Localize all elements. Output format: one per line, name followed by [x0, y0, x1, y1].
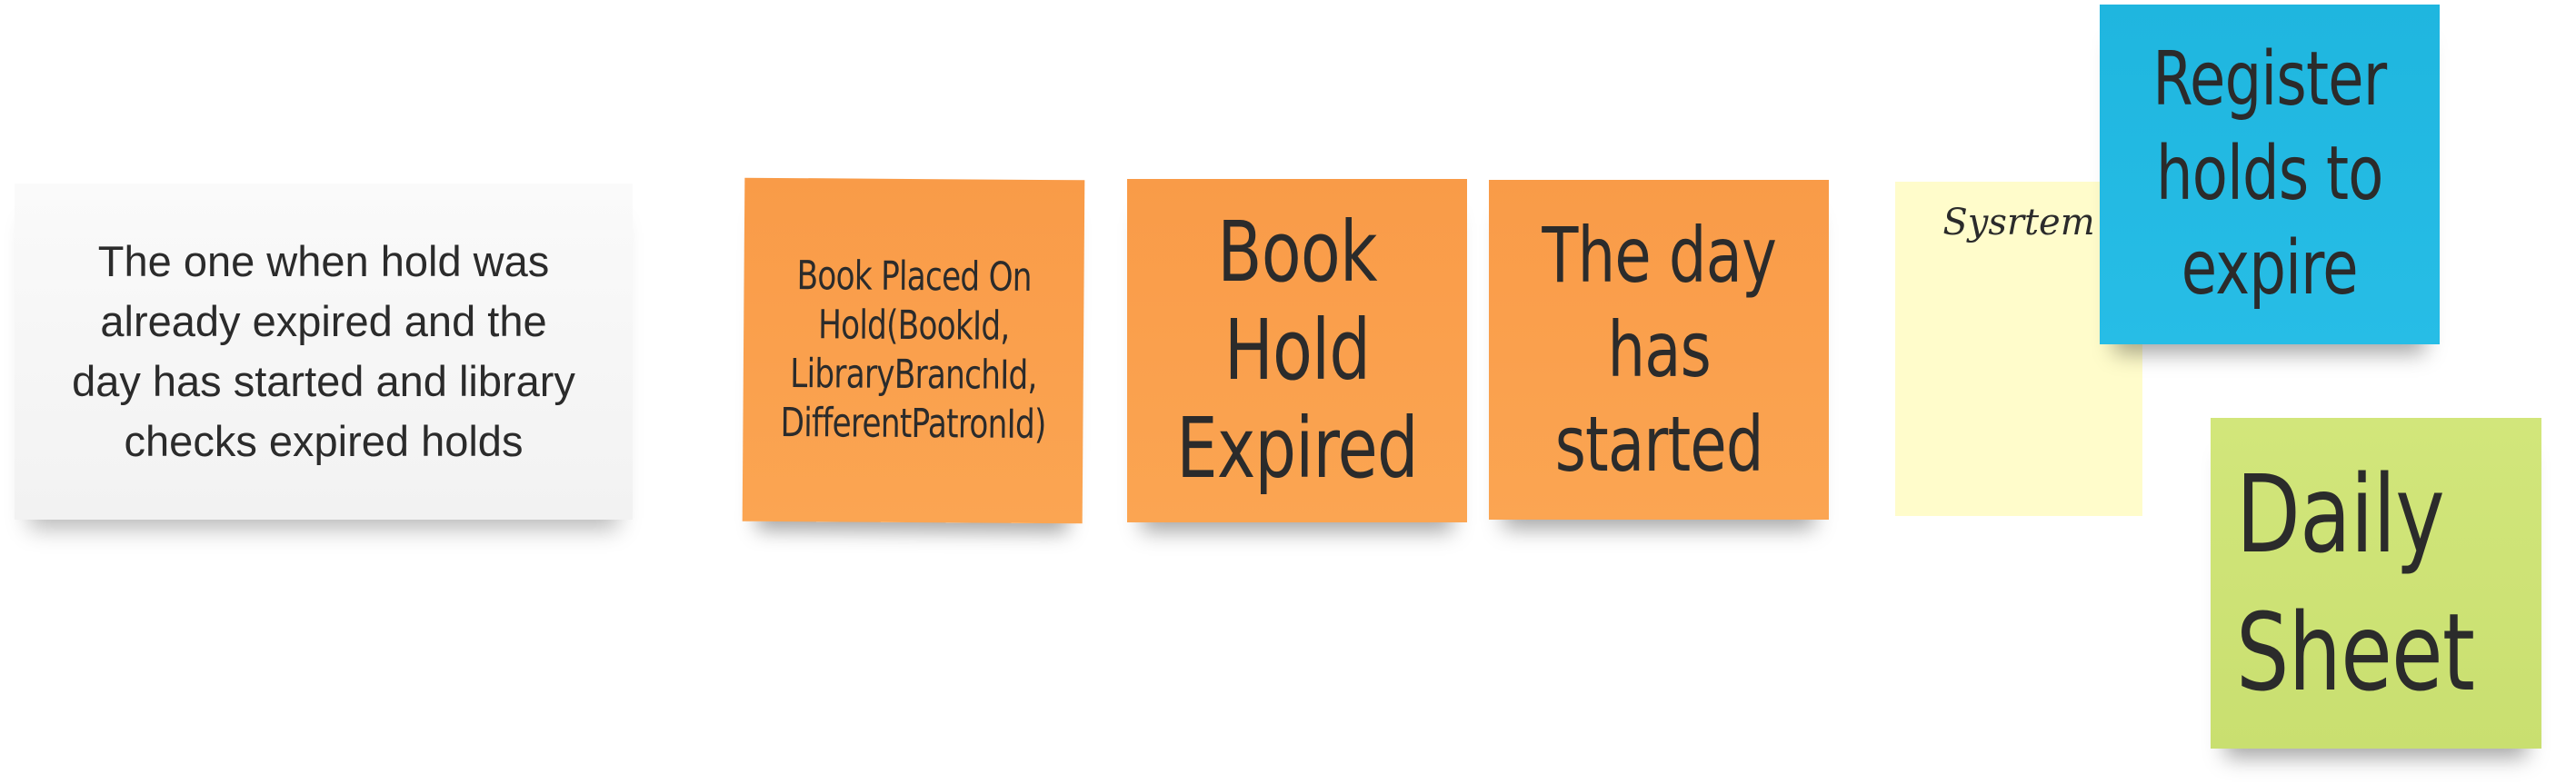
sticky-note-event[interactable]: Book Hold Expired	[1127, 179, 1467, 522]
sticky-note-read-model[interactable]: Daily Sheet	[2211, 418, 2541, 749]
sticky-note-actor-text: Sysrtem	[1942, 202, 2095, 243]
sticky-note-policy-text: Register holds to expire	[2152, 36, 2387, 312]
sticky-note-time-trigger-text: The day has started	[1542, 211, 1777, 489]
sticky-note-time-trigger[interactable]: The day has started	[1489, 180, 1829, 520]
sticky-note-description-text: The one when hold was already expired an…	[72, 237, 575, 465]
sticky-note-description[interactable]: The one when hold was already expired an…	[15, 184, 633, 520]
sticky-note-command[interactable]: Book Placed On Hold(BookId, LibraryBranc…	[742, 177, 1085, 524]
sticky-note-command-text: Book Placed On Hold(BookId, LibraryBranc…	[780, 253, 1046, 449]
sticky-note-read-model-text: Daily Sheet	[2236, 452, 2475, 715]
sticky-note-event-text: Book Hold Expired	[1176, 203, 1418, 497]
sticky-note-policy[interactable]: Register holds to expire	[2100, 5, 2440, 344]
